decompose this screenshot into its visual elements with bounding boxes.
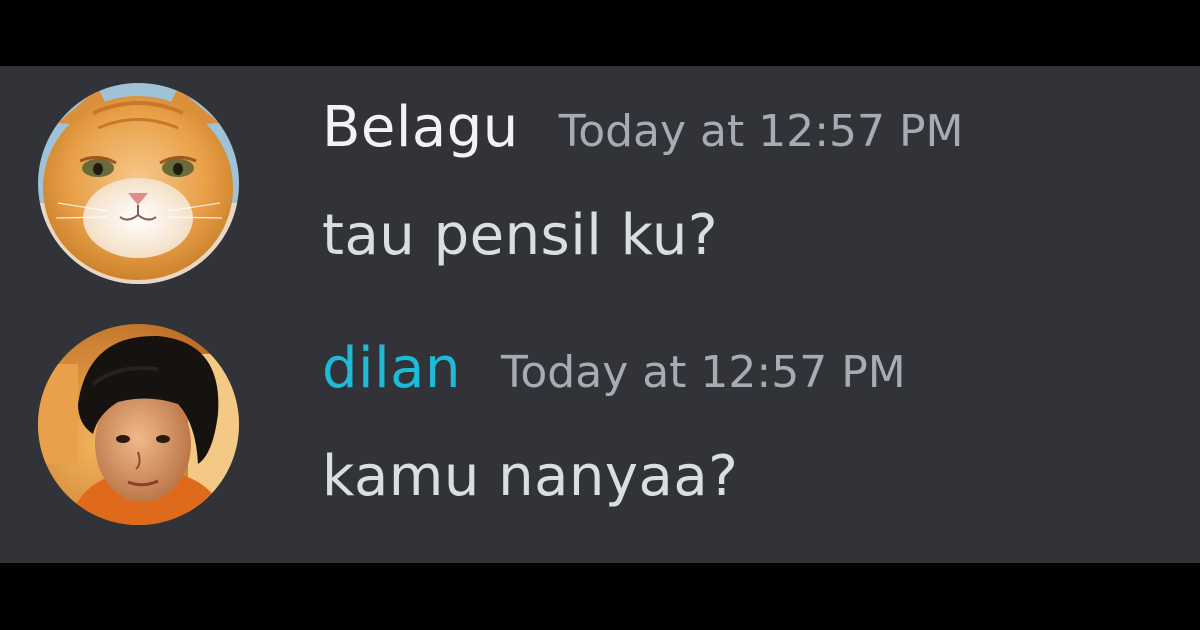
message-content: kamu nanyaa?	[322, 444, 739, 509]
timestamp[interactable]: Today at 12:57 PM	[559, 106, 964, 157]
chat-message-list: Belagu Today at 12:57 PM tau pensil ku?	[0, 66, 1200, 563]
cat-avatar-image	[38, 83, 239, 284]
username[interactable]: Belagu	[322, 95, 519, 160]
username[interactable]: dilan	[322, 336, 461, 401]
message-header: dilan Today at 12:57 PM	[322, 336, 906, 406]
person-avatar-image	[38, 324, 239, 525]
screenshot-frame: Belagu Today at 12:57 PM tau pensil ku?	[0, 0, 1200, 630]
message-content: tau pensil ku?	[322, 203, 719, 268]
chat-message: dilan Today at 12:57 PM kamu nanyaa?	[0, 324, 1200, 544]
person-photo-avatar[interactable]	[38, 324, 239, 525]
timestamp[interactable]: Today at 12:57 PM	[501, 347, 906, 398]
orange-cat-avatar[interactable]	[38, 83, 239, 284]
message-header: Belagu Today at 12:57 PM	[322, 95, 964, 165]
chat-message: Belagu Today at 12:57 PM tau pensil ku?	[0, 83, 1200, 303]
